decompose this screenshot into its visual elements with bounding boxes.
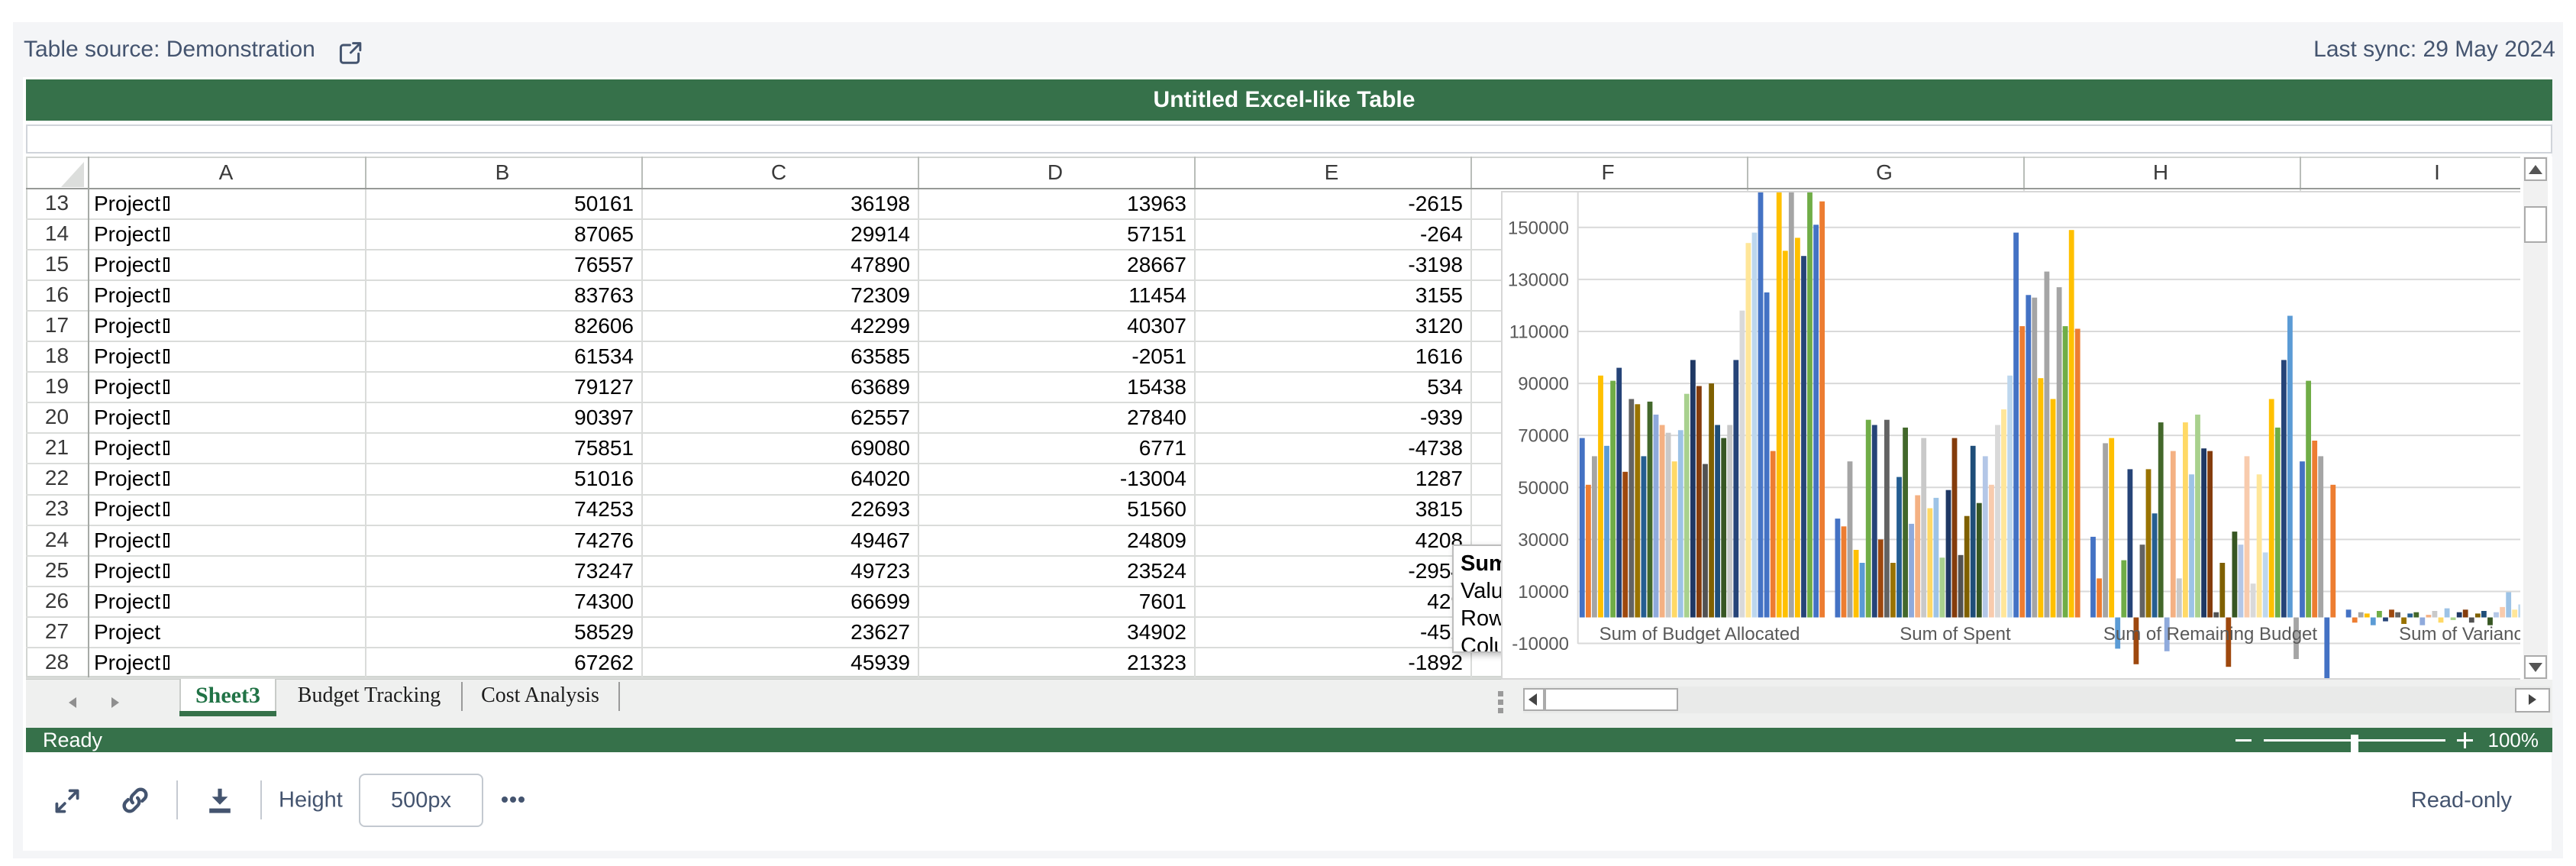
svg-text:Sum of Variance: Sum of Variance	[2399, 624, 2520, 645]
svg-text:10000: 10000	[1518, 582, 1569, 603]
svg-text:130000: 130000	[1508, 270, 1569, 290]
svg-text:Sum of Budget Allocated: Sum of Budget Allocated	[1600, 624, 1800, 645]
svg-text:70000: 70000	[1518, 426, 1569, 447]
svg-text:30000: 30000	[1518, 530, 1569, 551]
svg-text:90000: 90000	[1518, 374, 1569, 395]
svg-text:50000: 50000	[1518, 478, 1569, 499]
svg-text:150000: 150000	[1508, 218, 1569, 238]
svg-text:110000: 110000	[1509, 322, 1569, 343]
svg-text:-10000: -10000	[1512, 634, 1569, 654]
svg-text:Sum of Remaining Budget: Sum of Remaining Budget	[2103, 624, 2317, 645]
svg-text:Sum of Spent: Sum of Spent	[1900, 624, 2011, 645]
